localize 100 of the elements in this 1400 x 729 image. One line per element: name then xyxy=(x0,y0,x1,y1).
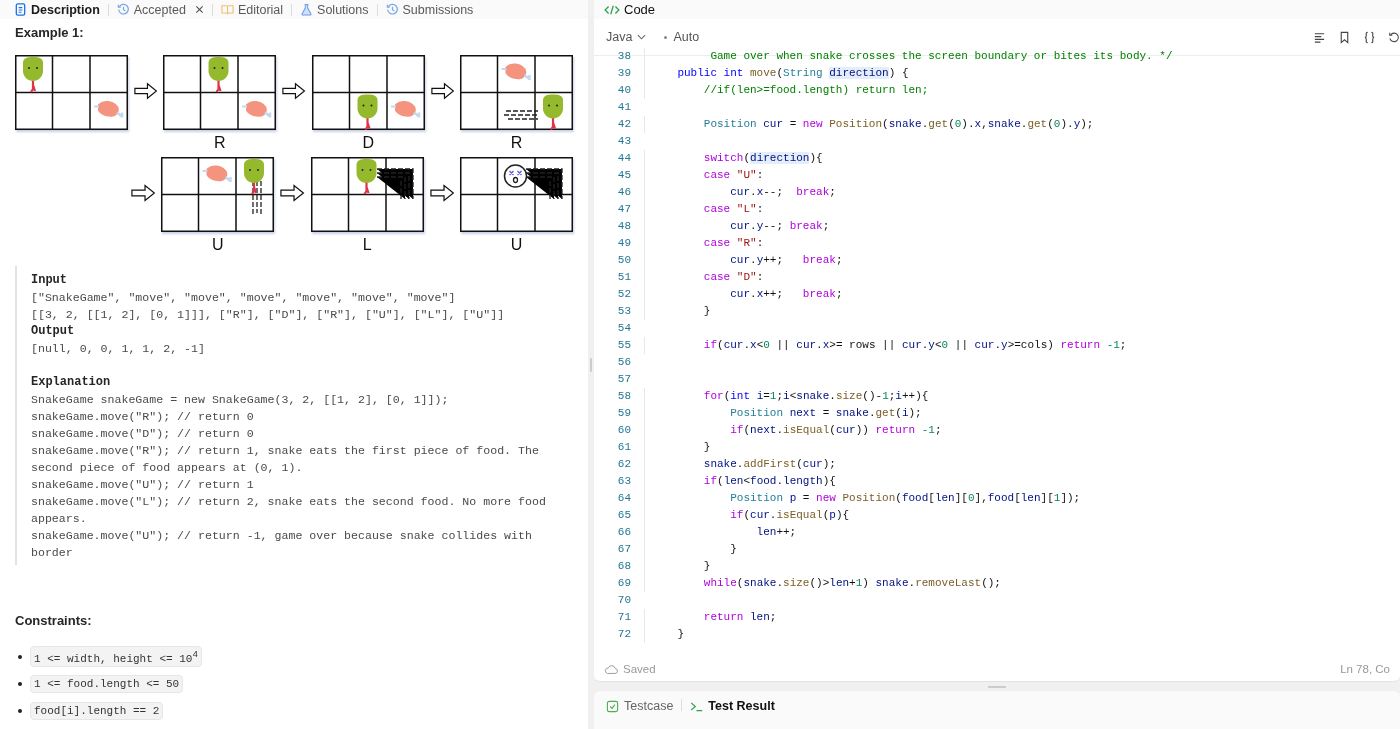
line-number: 63 xyxy=(616,474,631,489)
save-status: Saved xyxy=(623,663,656,675)
line-number: 46 xyxy=(616,185,631,200)
move-label: L xyxy=(362,235,372,255)
arrow-icon xyxy=(134,82,158,100)
tab[interactable]: Accepted xyxy=(114,2,206,17)
code-line: case "U": xyxy=(644,167,764,184)
line-number: 61 xyxy=(616,440,631,455)
code-line: } xyxy=(644,558,711,575)
line-number: 43 xyxy=(616,134,631,149)
code-line: public int move(String direction) { xyxy=(644,65,909,82)
code-line: case "R": xyxy=(644,235,764,252)
line-number: 60 xyxy=(616,423,631,438)
code-line: case "D": xyxy=(644,269,764,286)
code-icon xyxy=(604,3,620,16)
tab[interactable]: Solutions xyxy=(298,2,371,17)
line-number: 57 xyxy=(616,372,631,387)
line-number: 44 xyxy=(616,151,631,166)
document-icon xyxy=(14,3,27,16)
line-number: 70 xyxy=(616,593,631,608)
code-line: for(int i=1;i<snake.size()-1;i++){ xyxy=(644,388,929,405)
bookmark-icon[interactable] xyxy=(1338,30,1351,44)
chevron-icon xyxy=(637,34,647,40)
cursor-position: Ln 78, Co xyxy=(1340,663,1390,675)
code-line: } xyxy=(644,626,684,643)
history-icon xyxy=(385,3,399,16)
code-line: cur.x--; break; xyxy=(644,184,836,201)
line-number: 55 xyxy=(616,338,631,353)
example-text: snakeGame.move("R"); // return 0 xyxy=(31,409,255,425)
line-number: 56 xyxy=(616,355,631,370)
move-label: D xyxy=(362,133,374,153)
example-label: Output xyxy=(31,323,76,340)
example-text: [[3, 2, [[1, 2], [0, 1]]], ["R"], ["D"], ["R"], ["U"], ["L"], ["U"]] xyxy=(31,307,506,323)
move-label: U xyxy=(212,235,224,255)
line-number: 51 xyxy=(616,270,631,285)
line-number: 42 xyxy=(616,117,631,132)
example-text: snakeGame.move("L"); // return 2, snake eats the second food. No more food appears. xyxy=(31,494,547,527)
constraints-heading: Constraints: xyxy=(15,613,93,630)
line-number: 53 xyxy=(616,304,631,319)
line-number: 65 xyxy=(616,508,631,523)
arrow-icon xyxy=(280,184,305,202)
move-label: U xyxy=(510,235,523,255)
line-number: 49 xyxy=(616,236,631,251)
line-number: 50 xyxy=(616,253,631,268)
format-icon[interactable] xyxy=(1313,30,1326,44)
line-number: 54 xyxy=(616,321,631,336)
example-text: snakeGame.move("R"); // return 1, snake eats the first piece of food. The second piece of food appears at (0, 1). xyxy=(31,443,540,476)
line-number: 71 xyxy=(616,610,631,625)
line-number: 58 xyxy=(616,389,631,404)
arrow-icon xyxy=(131,184,156,202)
line-number: 68 xyxy=(616,559,631,574)
tab[interactable]: Editorial xyxy=(218,2,286,17)
constraint-text: food[i].length == 2 xyxy=(30,701,164,720)
code-line: if(next.isEqual(cur)) return -1; xyxy=(644,422,942,439)
line-number: 48 xyxy=(616,219,631,234)
code-line: cur.x++; break; xyxy=(644,286,843,303)
example-label: Input xyxy=(31,272,68,289)
move-label: R xyxy=(510,133,523,153)
line-number: 66 xyxy=(616,525,631,540)
panel-title: Code xyxy=(624,2,656,17)
cloud-icon xyxy=(604,663,618,675)
arrow-icon xyxy=(429,184,454,202)
code-line: cur.y++; break; xyxy=(644,252,843,269)
line-number: 59 xyxy=(616,406,631,421)
code-line: } xyxy=(644,439,711,456)
history-icon xyxy=(116,3,130,16)
constraint-text: 1 <= food.length <= 50 xyxy=(30,674,184,693)
code-line: } xyxy=(644,303,711,320)
tab[interactable]: Test Result xyxy=(690,699,775,713)
mode-button[interactable]: Auto xyxy=(669,28,704,46)
example-text: snakeGame.move("D"); // return 0 xyxy=(31,426,255,442)
code-line: switch(direction){ xyxy=(644,150,823,167)
book-icon xyxy=(220,3,234,16)
line-number: 40 xyxy=(616,83,631,98)
undo-icon[interactable] xyxy=(1388,30,1400,44)
example-text: ["SnakeGame", "move", "move", "move", "move", "move", "move"] xyxy=(31,290,457,306)
constraint-text: 1 <= width, height <= 10$^{4}$ xyxy=(30,645,202,668)
example-text: SnakeGame snakeGame = new SnakeGame(3, 2, [[1, 2], [0, 1]]); xyxy=(31,392,450,408)
code-line: snake.addFirst(cur); xyxy=(644,456,836,473)
code-line: Game over when snake crosses the screen boundary or bites its body. */ xyxy=(644,48,1173,65)
arrow-icon xyxy=(282,82,306,100)
code-line: if(cur.x<0 || cur.x>= rows || cur.y<0 || cur.y>=cols) return -1; xyxy=(644,337,1127,354)
code-line: case "L": xyxy=(644,201,764,218)
code-line: cur.y--; break; xyxy=(644,218,830,235)
line-number: 64 xyxy=(616,491,631,506)
line-number: 38 xyxy=(616,49,631,64)
example-label: Explanation xyxy=(31,374,112,391)
tab[interactable]: Testcase xyxy=(606,699,674,713)
checkbox-icon xyxy=(606,699,619,713)
language-dropdown[interactable]: Java xyxy=(602,28,651,46)
code-line: } xyxy=(644,541,737,558)
braces-icon[interactable] xyxy=(1363,30,1376,44)
code-line: Position next = snake.get(i); xyxy=(644,405,922,422)
line-number: 39 xyxy=(616,66,631,81)
code-line: Position cur = new Position(snake.get(0).x,snake.get(0).y); xyxy=(644,116,1094,133)
example-text: snakeGame.move("U"); // return -1, game over because snake collides with border xyxy=(31,528,533,561)
close-icon[interactable] xyxy=(194,5,204,14)
tab[interactable]: Submissions xyxy=(383,2,476,17)
tab[interactable]: Description xyxy=(12,2,102,17)
line-number: 72 xyxy=(616,627,631,642)
